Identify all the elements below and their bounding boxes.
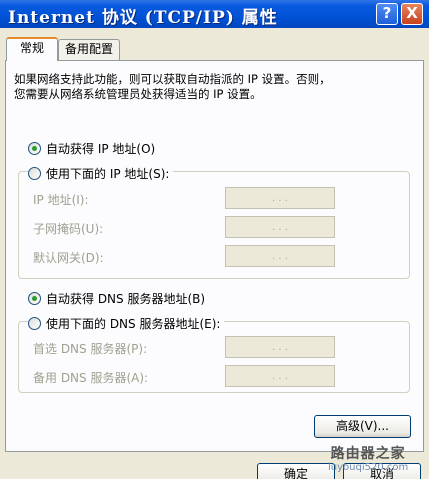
watermark-logo: 路由器之家 luyouqi520.com	[328, 443, 408, 473]
ip-manual-radio[interactable]	[28, 167, 41, 180]
watermark-sub-text: luyouqi520.com	[328, 462, 409, 473]
dns-manual-radio-row[interactable]: 使用下面的 DNS 服务器地址(E):	[28, 315, 225, 332]
subnet-mask-value: . . .	[272, 221, 288, 233]
dns-manual-label: 使用下面的 DNS 服务器地址(E):	[46, 317, 221, 331]
dns-manual-radio[interactable]	[28, 317, 41, 330]
ip-auto-radio-row[interactable]: 自动获得 IP 地址(O)	[28, 140, 160, 157]
description-line-2: 您需要从网络系统管理员处获得适当的 IP 设置。	[14, 87, 262, 101]
default-gateway-label: 默认网关(D):	[33, 251, 104, 265]
tab-general[interactable]: 常规	[6, 37, 58, 61]
alternate-dns-label: 备用 DNS 服务器(A):	[33, 371, 149, 385]
alternate-dns-input[interactable]: . . .	[225, 365, 335, 387]
ok-button[interactable]: 确定	[257, 463, 335, 479]
ip-address-value: . . .	[272, 192, 288, 204]
alternate-dns-value: . . .	[272, 370, 288, 382]
ip-manual-radio-row[interactable]: 使用下面的 IP 地址(S):	[28, 165, 174, 182]
watermark-main-text: 路由器之家	[330, 446, 406, 462]
window-title: Internet 协议 (TCP/IP) 属性	[8, 8, 278, 28]
advanced-button[interactable]: 高级(V)...	[314, 415, 411, 438]
title-bar[interactable]: Internet 协议 (TCP/IP) 属性 ? X	[0, 0, 429, 28]
description-text: 如果网络支持此功能，则可以获取自动指派的 IP 设置。否则， 您需要从网络系统管…	[14, 72, 404, 102]
description-line-1: 如果网络支持此功能，则可以获取自动指派的 IP 设置。否则，	[14, 72, 331, 86]
dns-auto-radio[interactable]	[28, 292, 41, 305]
preferred-dns-input[interactable]: . . .	[225, 336, 335, 358]
dns-auto-label: 自动获得 DNS 服务器地址(B)	[46, 292, 206, 306]
tab-alternate-configuration[interactable]: 备用配置	[58, 39, 120, 60]
ip-address-input[interactable]: . . .	[225, 187, 335, 209]
preferred-dns-value: . . .	[272, 341, 288, 353]
default-gateway-value: . . .	[272, 250, 288, 262]
ip-auto-radio[interactable]	[28, 142, 41, 155]
ip-address-label: IP 地址(I):	[33, 193, 89, 207]
preferred-dns-label: 首选 DNS 服务器(P):	[33, 342, 148, 356]
subnet-mask-input[interactable]: . . .	[225, 216, 335, 238]
close-button[interactable]: X	[401, 3, 423, 25]
dns-auto-radio-row[interactable]: 自动获得 DNS 服务器地址(B)	[28, 290, 210, 307]
ip-auto-label: 自动获得 IP 地址(O)	[46, 142, 156, 156]
default-gateway-input[interactable]: . . .	[225, 245, 335, 267]
help-button[interactable]: ?	[376, 3, 398, 25]
subnet-mask-label: 子网掩码(U):	[33, 222, 104, 236]
ip-manual-label: 使用下面的 IP 地址(S):	[46, 167, 170, 181]
